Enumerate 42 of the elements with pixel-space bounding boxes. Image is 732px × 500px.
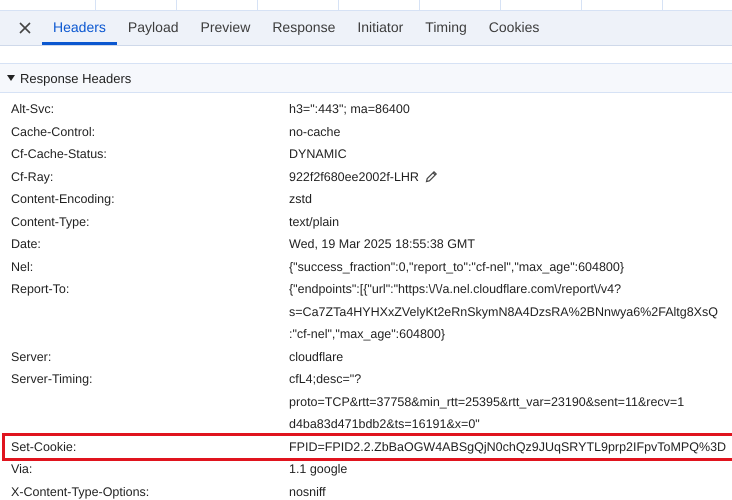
header-value: s=Ca7ZTa4HYHXxZVelyKt2eRnSkymN8A4DzsRA%2BNnwya6%2FAltg8XsQ — [289, 304, 718, 321]
tab[interactable]: Cookies — [478, 11, 550, 45]
header-value: Wed, 19 Mar 2025 18:55:38 GMT — [289, 236, 475, 253]
header-value: cloudflare — [289, 348, 344, 366]
header-value: {"success_fraction":0,"report_to":"cf-nel","max_age":604800} — [289, 258, 624, 276]
header-name: Cf-Ray: — [10, 168, 54, 186]
header-value: nosniff — [289, 484, 326, 500]
header-name: Set-Cookie: — [10, 438, 78, 456]
header-name: Server-Timing: — [10, 371, 94, 388]
header-value: FPID=FPID2.2.ZbBaOGW4ABSgQjN0chQz9JUqSRYTL9prp2IFpvToMPQ%3D — [289, 438, 726, 456]
tab[interactable]: Payload — [116, 11, 190, 45]
header-name: Alt-Svc: — [10, 101, 56, 118]
header-value: proto=TCP&rtt=37758&min_rtt=25395&rtt_var=23190&sent=11&recv=1 — [289, 394, 684, 411]
header-name: Server: — [10, 348, 52, 366]
tab[interactable]: Initiator — [346, 11, 414, 45]
header-value: :"cf-nel","max_age":604800} — [289, 326, 446, 343]
section-title: Response Headers — [20, 70, 132, 86]
header-value: 1.1 google — [289, 461, 348, 478]
tab[interactable]: Headers — [42, 11, 117, 45]
tab[interactable]: Preview — [190, 11, 262, 45]
header-value: DYNAMIC — [289, 146, 347, 163]
pencil-icon[interactable] — [424, 170, 438, 184]
header-name: X-Content-Type-Options: — [10, 484, 150, 500]
header-value: cfL4;desc="? — [289, 371, 362, 388]
tab[interactable]: Timing — [414, 11, 478, 45]
header-name: Cf-Cache-Status: — [10, 146, 108, 163]
header-value: d4ba83d471bdb2&ts=16191&x=0" — [289, 416, 480, 433]
header-value: no-cache — [289, 124, 340, 140]
header-name: Via: — [10, 461, 34, 478]
header-value: h3=":443"; ma=86400 — [289, 101, 410, 118]
header-value: {"endpoints":[{"url":"https:\/\/a.nel.cloudflare.com\/report\/v4? — [289, 281, 622, 298]
header-name: Nel: — [10, 258, 34, 276]
header-name: Date: — [10, 236, 42, 253]
header-value: text/plain — [289, 214, 340, 231]
header-name: Report-To: — [10, 281, 70, 298]
tab[interactable]: Response — [261, 11, 346, 45]
header-value: 922f2f680ee2002f-LHR — [289, 168, 419, 186]
header-value: zstd — [289, 191, 312, 208]
expand-triangle-icon[interactable] — [7, 74, 15, 82]
header-name: Content-Type: — [10, 214, 91, 231]
header-name: Cache-Control: — [10, 124, 96, 140]
header-name: Content-Encoding: — [10, 191, 116, 208]
